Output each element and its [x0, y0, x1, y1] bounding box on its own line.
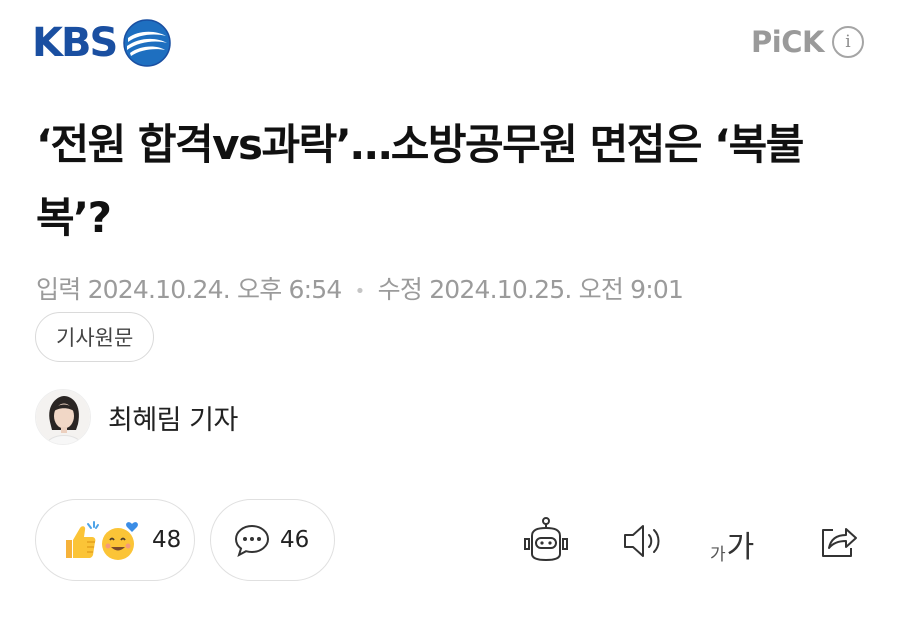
- pick-label: PiCK: [751, 25, 824, 59]
- reporter-name: 최혜림 기자: [108, 404, 238, 436]
- date-separator: •: [354, 280, 366, 302]
- reporter-avatar[interactable]: [35, 389, 91, 445]
- kbs-logo-mark-icon: [123, 19, 172, 67]
- font-small-label: 가: [710, 545, 726, 565]
- share-button[interactable]: [810, 513, 866, 569]
- speaker-icon: [624, 525, 660, 557]
- reaction-count: 48: [152, 527, 182, 553]
- modified-date: 2024.10.25. 오전 9:01: [429, 275, 684, 304]
- kbs-logo[interactable]: KBS: [32, 18, 172, 68]
- original-article-button[interactable]: 기사원문: [35, 312, 155, 362]
- info-icon[interactable]: i: [832, 26, 864, 58]
- reporter[interactable]: 최혜림 기자: [35, 389, 238, 445]
- pick-badge[interactable]: PiCK i: [751, 25, 864, 59]
- modified-label: 수정: [377, 275, 423, 304]
- ai-summary-button[interactable]: [518, 513, 574, 569]
- kbs-logo-text: KBS: [32, 20, 118, 66]
- top-bar: KBS PiCK i: [0, 0, 900, 90]
- published-date: 2024.10.24. 오후 6:54: [87, 275, 343, 304]
- reaction-emoji-icon: [66, 521, 138, 560]
- avatar-image: [36, 390, 90, 444]
- reaction-button[interactable]: 48: [35, 499, 195, 581]
- speech-bubble-icon: [234, 524, 270, 558]
- published-label: 입력: [36, 275, 81, 304]
- font-size-button[interactable]: 가 가: [710, 518, 754, 566]
- read-aloud-button[interactable]: [614, 513, 670, 569]
- comment-count: 46: [280, 527, 310, 553]
- comment-button[interactable]: 46: [210, 499, 335, 581]
- share-icon: [822, 528, 857, 557]
- article-headline: ‘전원 합격vs과락’…소방공무원 면접은 ‘복불복’?: [36, 120, 804, 242]
- font-large-label: 가: [726, 530, 755, 565]
- ai-robot-icon: [524, 517, 568, 562]
- article-dates: 입력 2024.10.24. 오후 6:54 • 수정 2024.10.25. …: [36, 270, 684, 306]
